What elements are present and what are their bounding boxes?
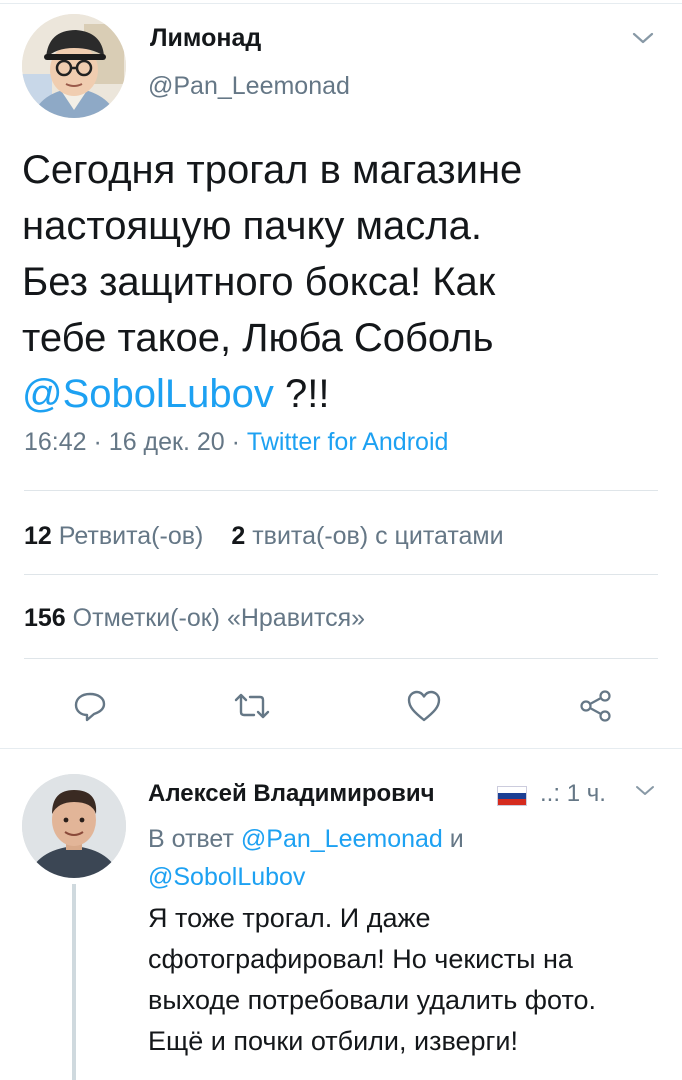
reply-to-prefix: В ответ (148, 825, 234, 853)
reply-text-line: Ещё и почки отбили, изверги! (148, 1026, 518, 1056)
divider (24, 574, 658, 575)
reply-author-name[interactable]: Алексей Владимирович (148, 780, 435, 808)
tweet-time: 16:42 (24, 428, 87, 456)
reply-to-user-link[interactable]: @SobolLubov (148, 863, 305, 891)
chevron-down-icon[interactable] (630, 28, 656, 48)
reply-time-prefix: ..: (540, 780, 561, 807)
like-button[interactable] (402, 686, 446, 726)
section-divider (0, 748, 682, 749)
like-icon (407, 690, 441, 722)
tweet-text-line: Без защитного бокса! Как (22, 260, 496, 304)
reply-text: Я тоже трогал. И даже сфотографировал! Н… (148, 898, 668, 1062)
tweet-text-last-line: @SobolLubov ?!! (22, 366, 662, 422)
reply-button[interactable] (68, 686, 112, 726)
tweet-text-line: Сегодня трогал в магазине (22, 148, 523, 192)
retweets-stat[interactable]: 12 Ретвита(-ов) (24, 522, 203, 550)
tweet-source-link[interactable]: Twitter for Android (247, 428, 448, 456)
author-name[interactable]: Лимонад (150, 24, 261, 53)
reply-text-line: выходе потребовали удалить фото. (148, 985, 597, 1015)
reply-timestamp: ..: 1 ч. (540, 780, 606, 808)
tweet-meta: 16:42 · 16 дек. 20 · Twitter for Android (24, 428, 448, 457)
likes-count: 156 (24, 604, 66, 632)
cartoon-avatar-image (22, 14, 126, 118)
likes-stat[interactable]: 156 Отметки(-ок) «Нравится» (24, 604, 365, 632)
divider (24, 658, 658, 659)
divider (24, 490, 658, 491)
photo-avatar-image (22, 774, 126, 878)
reply-text-line: сфотографировал! Но чекисты на (148, 944, 573, 974)
mention-link[interactable]: @SobolLubov (22, 372, 274, 416)
reply-to-and: и (449, 825, 464, 853)
reply-time-value: 1 ч. (566, 780, 606, 807)
reply-text-line: Я тоже трогал. И даже (148, 903, 431, 933)
tweet-text-line: тебе такое, Люба Соболь (22, 316, 494, 360)
author-avatar[interactable] (22, 14, 126, 118)
retweets-label: Ретвита(-ов) (58, 522, 204, 550)
share-icon (580, 690, 611, 722)
likes-label: Отметки(-ок) «Нравится» (72, 604, 366, 632)
thread-connector-line (72, 884, 76, 1080)
share-button[interactable] (574, 686, 618, 726)
quotes-label: твита(-ов) с цитатами (252, 522, 504, 550)
meta-separator: · (231, 428, 240, 456)
chevron-down-icon[interactable] (634, 782, 656, 800)
author-handle[interactable]: @Pan_Leemonad (148, 72, 350, 101)
russian-flag-icon (497, 786, 527, 806)
retweet-button[interactable] (230, 686, 274, 726)
tweet-text-line: настоящую пачку масла. (22, 204, 482, 248)
retweet-icon (234, 693, 270, 719)
tweet-text: Сегодня трогал в магазине настоящую пачк… (22, 142, 662, 422)
tweet-text-tail: ?!! (273, 372, 330, 416)
reply-author-avatar[interactable] (22, 774, 126, 878)
reply-to-user-link[interactable]: @Pan_Leemonad (241, 825, 443, 853)
retweets-count: 12 (24, 522, 52, 550)
likes-stats-row: 156 Отметки(-ок) «Нравится» (24, 604, 365, 633)
reply-icon (74, 692, 106, 722)
quotes-count: 2 (231, 522, 246, 550)
reply-to-line: В ответ @Pan_Leemonad и @SobolLubov (148, 820, 648, 896)
top-divider (0, 3, 682, 4)
retweet-stats-row: 12 Ретвита(-ов) 2 твита(-ов) с цитатами (24, 522, 504, 551)
tweet-date: 16 дек. 20 (108, 428, 225, 456)
meta-separator: · (93, 428, 102, 456)
quotes-stat[interactable]: 2 твита(-ов) с цитатами (231, 522, 503, 550)
